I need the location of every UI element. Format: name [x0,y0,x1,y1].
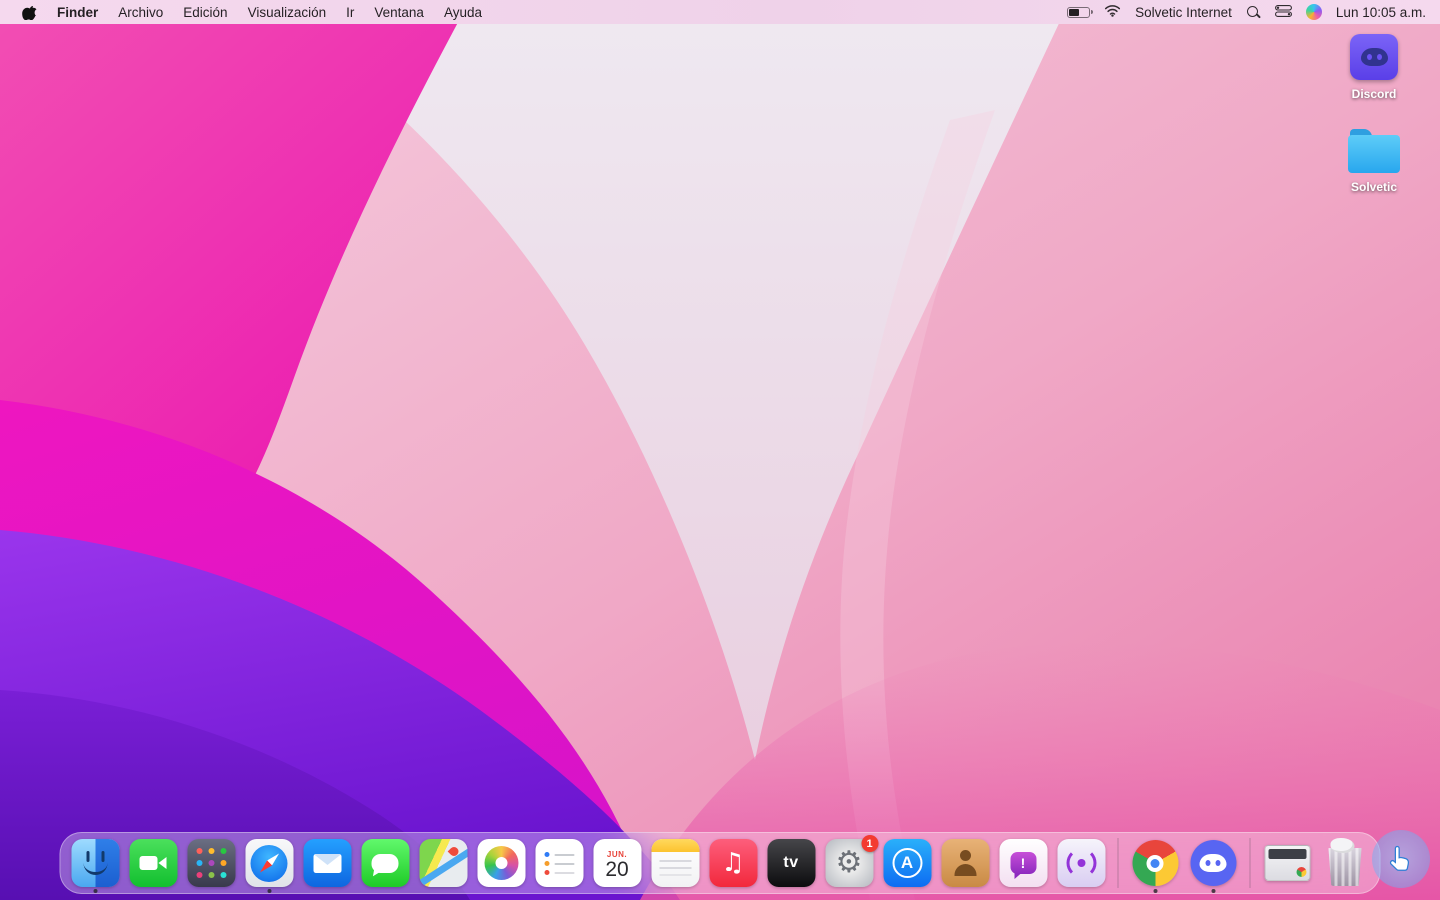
menu-item-ventana[interactable]: Ventana [364,5,434,20]
dock-appstore-icon[interactable]: A [883,832,932,894]
dock-feedback-icon[interactable]: ! [999,832,1048,894]
gear-icon: ⚙ [836,848,863,878]
desktop-icon-area: Discord Solvetic [1326,34,1422,194]
dock-discord-icon[interactable] [1189,832,1238,894]
apple-menu-icon[interactable] [12,5,47,20]
running-indicator [1211,889,1215,893]
wallpaper-art [0,0,1440,900]
menu-bar: Finder ArchivoEdiciónVisualizaciónIrVent… [0,0,1440,24]
menu-bar-clock[interactable]: Lun 10:05 a.m. [1336,5,1426,20]
user-app-status-icon[interactable] [1306,4,1322,20]
dock-separator [1250,838,1251,888]
running-indicator [267,889,271,893]
dock-safari-icon[interactable] [245,832,294,894]
desktop-wallpaper [0,0,1440,900]
menu-item-visualizacion[interactable]: Visualización [238,5,337,20]
dock-photos-icon[interactable] [477,832,526,894]
dock-separator [1118,838,1119,888]
dock: JUN.20♫tv⚙1A! [60,832,1381,894]
person-silhouette-icon [950,848,980,878]
desktop-icon-discord[interactable]: Discord [1326,34,1422,101]
dock-calendar-icon[interactable]: JUN.20 [593,832,642,894]
dock-contacts-icon[interactable] [941,832,990,894]
dock-launchpad-icon[interactable] [187,832,236,894]
control-center-icon[interactable] [1275,5,1292,20]
desktop-icon-label: Discord [1352,87,1397,101]
podcasts-antenna-icon [1066,848,1096,878]
discord-logo-icon [1361,48,1388,66]
tv-logo-text: tv [783,854,798,872]
battery-icon[interactable] [1067,7,1090,18]
feedback-bubble-icon: ! [1010,852,1036,874]
menu-items: ArchivoEdiciónVisualizaciónIrVentanaAyud… [108,5,492,20]
dock-tv-icon[interactable]: tv [767,832,816,894]
notification-badge: 1 [861,835,878,852]
music-note-icon: ♫ [721,850,744,876]
dock-screenshot-preview[interactable] [1263,832,1312,894]
menu-bar-left: Finder ArchivoEdiciónVisualizaciónIrVent… [0,5,492,20]
menu-item-ir[interactable]: Ir [336,5,364,20]
folder-icon [1348,135,1400,173]
dock-maps-icon[interactable] [419,832,468,894]
appstore-a-icon: A [892,848,922,878]
menu-bar-status: Solvetic Internet Lun 10:05 a.m. [1067,4,1440,20]
desktop-icon-label: Solvetic [1351,180,1397,194]
dock-settings-icon[interactable]: ⚙1 [825,832,874,894]
dock-facetime-icon[interactable] [129,832,178,894]
network-name-label[interactable]: Solvetic Internet [1135,5,1232,20]
menu-item-archivo[interactable]: Archivo [108,5,173,20]
dock-mail-icon[interactable] [303,832,352,894]
running-indicator [1153,889,1157,893]
dock-music-icon[interactable]: ♫ [709,832,758,894]
hand-pointer-icon [1386,844,1416,874]
macos-desktop: Finder ArchivoEdiciónVisualizaciónIrVent… [0,0,1440,900]
dock-chrome-icon[interactable] [1131,832,1180,894]
running-indicator [93,889,97,893]
dock-reminders-icon[interactable] [535,832,584,894]
dock-podcasts-icon[interactable] [1057,832,1106,894]
dock-trash-icon[interactable] [1321,832,1370,894]
desktop-icon-solvetic-folder[interactable]: Solvetic [1326,129,1422,194]
wifi-icon[interactable] [1104,4,1121,20]
dock-finder-icon[interactable] [71,832,120,894]
discord-drive-icon [1350,34,1398,80]
calendar-day-label: 20 [605,859,628,881]
menu-item-ayuda[interactable]: Ayuda [434,5,492,20]
spotlight-search-icon[interactable] [1246,5,1261,20]
menu-item-edicion[interactable]: Edición [173,5,237,20]
app-menu-finder[interactable]: Finder [47,5,108,20]
dock-messages-icon[interactable] [361,832,410,894]
presenter-cursor-overlay [1372,830,1430,888]
dock-notes-icon[interactable] [651,832,700,894]
